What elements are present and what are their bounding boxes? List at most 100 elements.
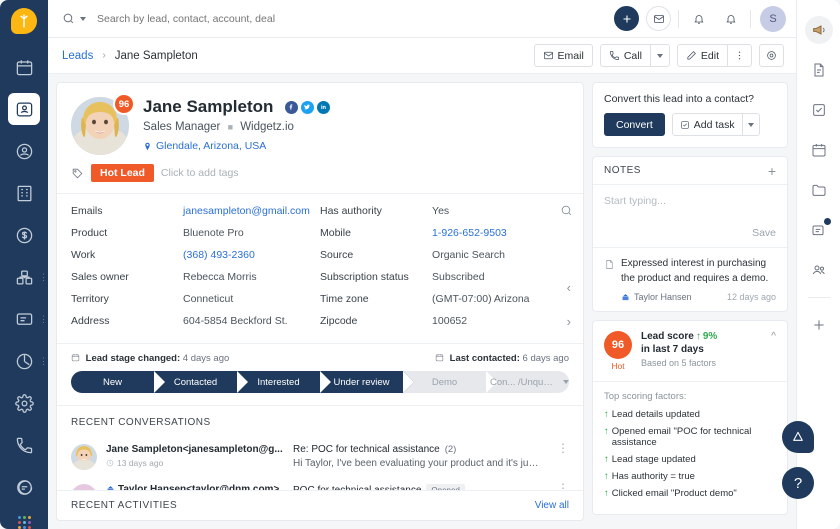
rail-item-add[interactable] [805,311,833,339]
crm-app-window: ⋮ ⋮ ⋮ Search by lead, contact, account, … [0,0,840,529]
envelope-icon [653,14,664,23]
scoring-factor: ↑ Opened email "POC for technical assista… [604,426,776,448]
edit-button-group: Edit [676,44,752,67]
detail-value[interactable]: 1-926-652-9503 [432,227,569,239]
rail-item-tasks[interactable] [805,96,833,124]
email-button[interactable] [646,6,671,31]
sidebar-item-calendar[interactable] [8,51,40,83]
sidebar-item-contacts[interactable] [8,135,40,167]
rail-item-documents[interactable] [805,56,833,84]
sidebar-overflow-dots: ⋮ [39,314,48,324]
add-task-group: Add task [671,113,760,136]
add-task-button[interactable]: Add task [671,113,743,136]
sidebar-item-accounts[interactable] [8,177,40,209]
stage-step[interactable]: Interested [237,371,331,393]
plus-icon [623,15,630,22]
help-button[interactable]: ? [782,467,814,499]
global-search[interactable] [62,12,614,25]
add-note-icon[interactable]: + [768,164,776,178]
sidebar-item-phone[interactable] [8,429,40,461]
add-tag-label[interactable]: Click to add tags [161,167,239,179]
stage-step[interactable]: Con... /Unqual... [486,371,569,393]
stage-step[interactable]: New [71,371,165,393]
task-check-icon [681,120,689,129]
stage-step[interactable]: Contacted [154,371,248,393]
detail-value[interactable]: (368) 493-2360 [183,249,320,261]
rail-item-files[interactable] [805,176,833,204]
settings-button[interactable] [759,44,784,67]
app-logo-icon[interactable] [11,8,37,34]
bell-icon [725,14,736,24]
note-save-button[interactable]: Save [593,227,787,247]
trend-up-arrow-icon: ↑ [604,409,609,420]
facebook-icon[interactable] [284,100,298,114]
separator-dot: ■ [227,122,233,132]
add-task-dropdown[interactable] [742,113,760,136]
stage-step-label: Interested [257,376,300,388]
trend-up-arrow-icon: ↑ [695,331,701,342]
profile-info: Jane Sampleton Sales Manager ■ Widgetz.i… [143,97,569,155]
details-next-button[interactable]: › [567,314,571,329]
chevron-up-icon[interactable]: ^ [771,331,776,342]
call-action-button[interactable]: Call [599,44,650,67]
stage-step[interactable]: Demo [403,371,497,393]
sidebar-item-chat[interactable] [8,471,40,503]
document-icon [814,63,823,77]
divider [750,9,751,28]
profile-location[interactable]: Glendale, Arizona, USA [143,140,569,152]
chevron-down-icon[interactable] [563,380,569,384]
search-scope-caret-icon[interactable] [80,16,86,21]
twitter-icon[interactable] [300,100,314,114]
status-badge[interactable]: Hot Lead [91,164,154,182]
calendar-icon [71,354,80,362]
subject-label: Re: POC for technical assistance [293,444,440,455]
conversation-row[interactable]: TTaylor Hansen<taylor@dnm.com>19 days ag… [71,477,569,490]
conversation-row[interactable]: Jane Sampleton<janesampleton@g... 13 days… [71,437,569,477]
rail-item-campaigns[interactable] [804,16,833,44]
detail-label: Emails [71,205,103,217]
detail-value[interactable]: janesampleton@gmail.com [183,205,320,217]
breadcrumb-parent[interactable]: Leads [62,50,93,62]
conversation-menu-icon[interactable]: ⋮ [552,442,569,454]
lead-stage-section: Lead stage changed: 4 days ago Last cont… [57,343,583,405]
alerts-button[interactable] [686,6,711,31]
linkedin-icon[interactable] [316,100,330,114]
calendar-icon [812,144,825,157]
convert-button[interactable]: Convert [604,113,665,136]
sidebar-item-leads[interactable] [8,93,40,125]
notes-header: NOTES + [593,157,787,185]
stage-step[interactable]: Under review [320,371,414,393]
sidebar-item-settings[interactable] [8,387,40,419]
note-input[interactable]: Start typing... [593,185,787,227]
call-dropdown-button[interactable] [649,44,670,67]
apps-launcher-icon[interactable] [17,516,31,529]
email-action-button[interactable]: Email [533,44,593,67]
phone-icon [609,51,619,60]
stage-step-label: Contacted [173,376,218,388]
trend-up-arrow-icon: ↑ [604,471,609,482]
add-new-button[interactable] [614,6,639,31]
search-input[interactable] [97,12,397,25]
rail-item-notes[interactable] [805,216,833,244]
rail-item-calendar[interactable] [805,136,833,164]
clock-icon [106,459,114,467]
details-prev-button[interactable]: ‹ [567,280,571,295]
sidebar-item-deals[interactable] [8,219,40,251]
gear-icon [767,51,776,60]
sidebar-item-reports[interactable]: ⋮ [8,345,48,377]
detail-value: (GMT-07:00) Arizona [432,293,530,305]
edit-action-button[interactable]: Edit [676,44,727,67]
notifications-button[interactable] [718,6,743,31]
detail-label: Work [71,249,96,261]
more-actions-button[interactable] [727,44,752,67]
freshworks-assistant-button[interactable] [782,421,814,453]
details-search-icon[interactable] [560,204,573,222]
location-label: Glendale, Arizona, USA [156,140,267,152]
rail-item-people[interactable] [805,256,833,284]
activities-view-all-link[interactable]: View all [535,500,569,511]
lead-score-level: Hot [611,361,625,371]
sidebar-item-conversations[interactable]: ⋮ [8,303,48,335]
stage-changed-label: Lead stage changed: [85,353,181,364]
user-avatar[interactable]: S [760,5,786,32]
sidebar-item-apps[interactable]: ⋮ [8,261,48,293]
